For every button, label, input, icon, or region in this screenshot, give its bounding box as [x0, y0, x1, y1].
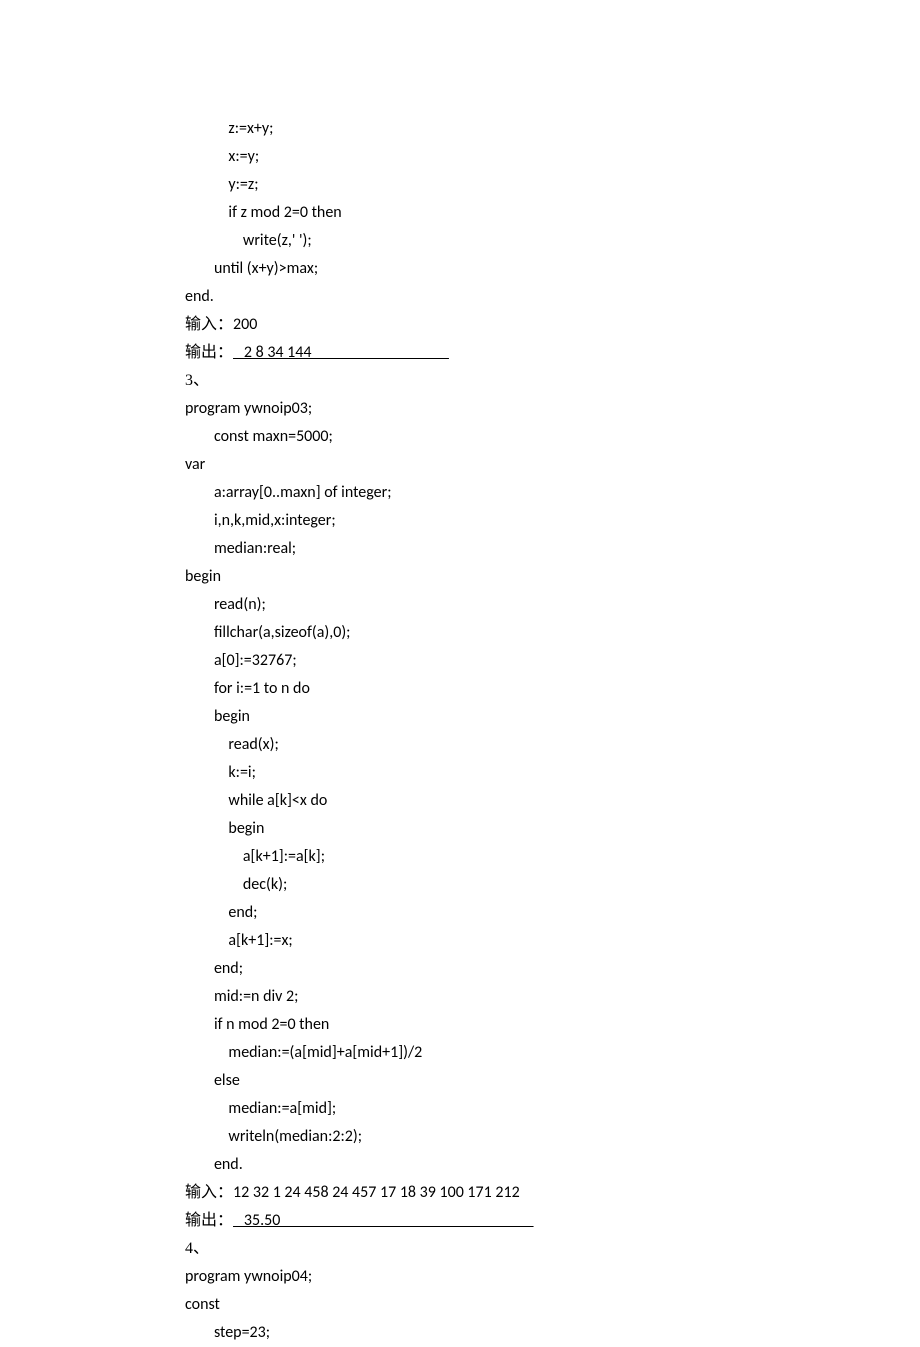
code-line: end.	[185, 1151, 920, 1179]
code-line: read(x);	[185, 731, 920, 759]
code-line: const maxn=5000;	[185, 423, 920, 451]
code-line: read(n);	[185, 591, 920, 619]
code-line: var	[185, 451, 920, 479]
code-text: begin	[228, 819, 264, 838]
code-text: program ywnoip03;	[185, 399, 312, 418]
code-text: write(z,' ');	[243, 231, 312, 250]
code-line: z:=x+y;	[185, 115, 920, 143]
code-text: dec(k);	[243, 875, 287, 894]
code-text: median:=(a[mid]+a[mid+1])/2	[228, 1043, 422, 1062]
code-text: until (x+y)>max;	[214, 259, 318, 278]
code-line: 4、	[185, 1235, 920, 1263]
code-text: z:=x+y;	[228, 119, 273, 138]
code-line: 输出： 35.50	[185, 1207, 920, 1235]
code-text: end;	[214, 959, 243, 978]
answer-blank: 35.50	[233, 1211, 534, 1230]
code-line: if n mod 2=0 then	[185, 1011, 920, 1039]
cjk-label: 输出：	[185, 344, 233, 361]
code-text: step=23;	[214, 1323, 270, 1342]
code-text: mid:=n div 2;	[214, 987, 298, 1006]
code-text: const	[185, 1295, 220, 1314]
code-line: median:=a[mid];	[185, 1095, 920, 1123]
code-line: end;	[185, 899, 920, 927]
code-line: y:=z;	[185, 171, 920, 199]
code-line: 输入：200	[185, 311, 920, 339]
code-line: i,n,k,mid,x:integer;	[185, 507, 920, 535]
code-line: 输入：12 32 1 24 458 24 457 17 18 39 100 17…	[185, 1179, 920, 1207]
code-line: program ywnoip03;	[185, 395, 920, 423]
code-line: mid:=n div 2;	[185, 983, 920, 1011]
code-line: else	[185, 1067, 920, 1095]
code-text: a[0]:=32767;	[214, 651, 297, 670]
code-line: write(z,' ');	[185, 227, 920, 255]
code-text: end.	[214, 1155, 243, 1174]
code-text: while a[k]<x do	[228, 791, 327, 810]
cjk-label: 3、	[185, 372, 209, 389]
code-text: if n mod 2=0 then	[214, 1015, 329, 1034]
code-text: x:=y;	[228, 147, 259, 166]
code-text: a[k+1]:=a[k];	[243, 847, 325, 866]
code-line: end;	[185, 955, 920, 983]
code-text: y:=z;	[228, 175, 258, 194]
document-page: z:=x+y; x:=y; y:=z; if z mod 2=0 then wr…	[0, 0, 920, 1347]
code-line: step=23;	[185, 1319, 920, 1347]
code-line: begin	[185, 703, 920, 731]
code-text: writeln(median:2:2);	[228, 1127, 362, 1146]
code-line: program ywnoip04;	[185, 1263, 920, 1291]
code-line: fillchar(a,sizeof(a),0);	[185, 619, 920, 647]
code-line: end.	[185, 283, 920, 311]
code-text: median:=a[mid];	[228, 1099, 336, 1118]
code-text: var	[185, 455, 205, 474]
code-text: read(x);	[228, 735, 278, 754]
code-text: a[k+1]:=x;	[228, 931, 292, 950]
code-line: 输出： 2 8 34 144	[185, 339, 920, 367]
cjk-label: 输入：	[185, 1184, 233, 1201]
cjk-label: 4、	[185, 1240, 209, 1257]
code-text: begin	[185, 567, 221, 586]
code-line: begin	[185, 563, 920, 591]
code-text: read(n);	[214, 595, 266, 614]
code-line: a[k+1]:=a[k];	[185, 843, 920, 871]
code-text: end.	[185, 287, 214, 306]
code-line: dec(k);	[185, 871, 920, 899]
code-text: i,n,k,mid,x:integer;	[214, 511, 336, 530]
code-line: writeln(median:2:2);	[185, 1123, 920, 1151]
code-text: const maxn=5000;	[214, 427, 333, 446]
answer-blank: 2 8 34 144	[233, 343, 449, 362]
code-text: program ywnoip04;	[185, 1267, 312, 1286]
code-line: median:real;	[185, 535, 920, 563]
cjk-label: 输入：	[185, 316, 233, 333]
code-line: const	[185, 1291, 920, 1319]
code-line: for i:=1 to n do	[185, 675, 920, 703]
code-text: begin	[214, 707, 250, 726]
code-text: median:real;	[214, 539, 296, 558]
code-text: end;	[228, 903, 257, 922]
code-line: a[k+1]:=x;	[185, 927, 920, 955]
code-line: if z mod 2=0 then	[185, 199, 920, 227]
code-text: fillchar(a,sizeof(a),0);	[214, 623, 351, 642]
code-line: x:=y;	[185, 143, 920, 171]
code-text: 200	[233, 315, 257, 334]
code-text: 12 32 1 24 458 24 457 17 18 39 100 171 2…	[233, 1183, 520, 1202]
code-line: median:=(a[mid]+a[mid+1])/2	[185, 1039, 920, 1067]
code-text: k:=i;	[228, 763, 255, 782]
code-line: 3、	[185, 367, 920, 395]
code-text: for i:=1 to n do	[214, 679, 310, 698]
code-line: while a[k]<x do	[185, 787, 920, 815]
code-text: a:array[0..maxn] of integer;	[214, 483, 392, 502]
code-line: a:array[0..maxn] of integer;	[185, 479, 920, 507]
code-line: a[0]:=32767;	[185, 647, 920, 675]
code-line: begin	[185, 815, 920, 843]
code-line: k:=i;	[185, 759, 920, 787]
code-line: until (x+y)>max;	[185, 255, 920, 283]
code-text: if z mod 2=0 then	[228, 203, 341, 222]
code-text: else	[214, 1071, 240, 1090]
cjk-label: 输出：	[185, 1212, 233, 1229]
